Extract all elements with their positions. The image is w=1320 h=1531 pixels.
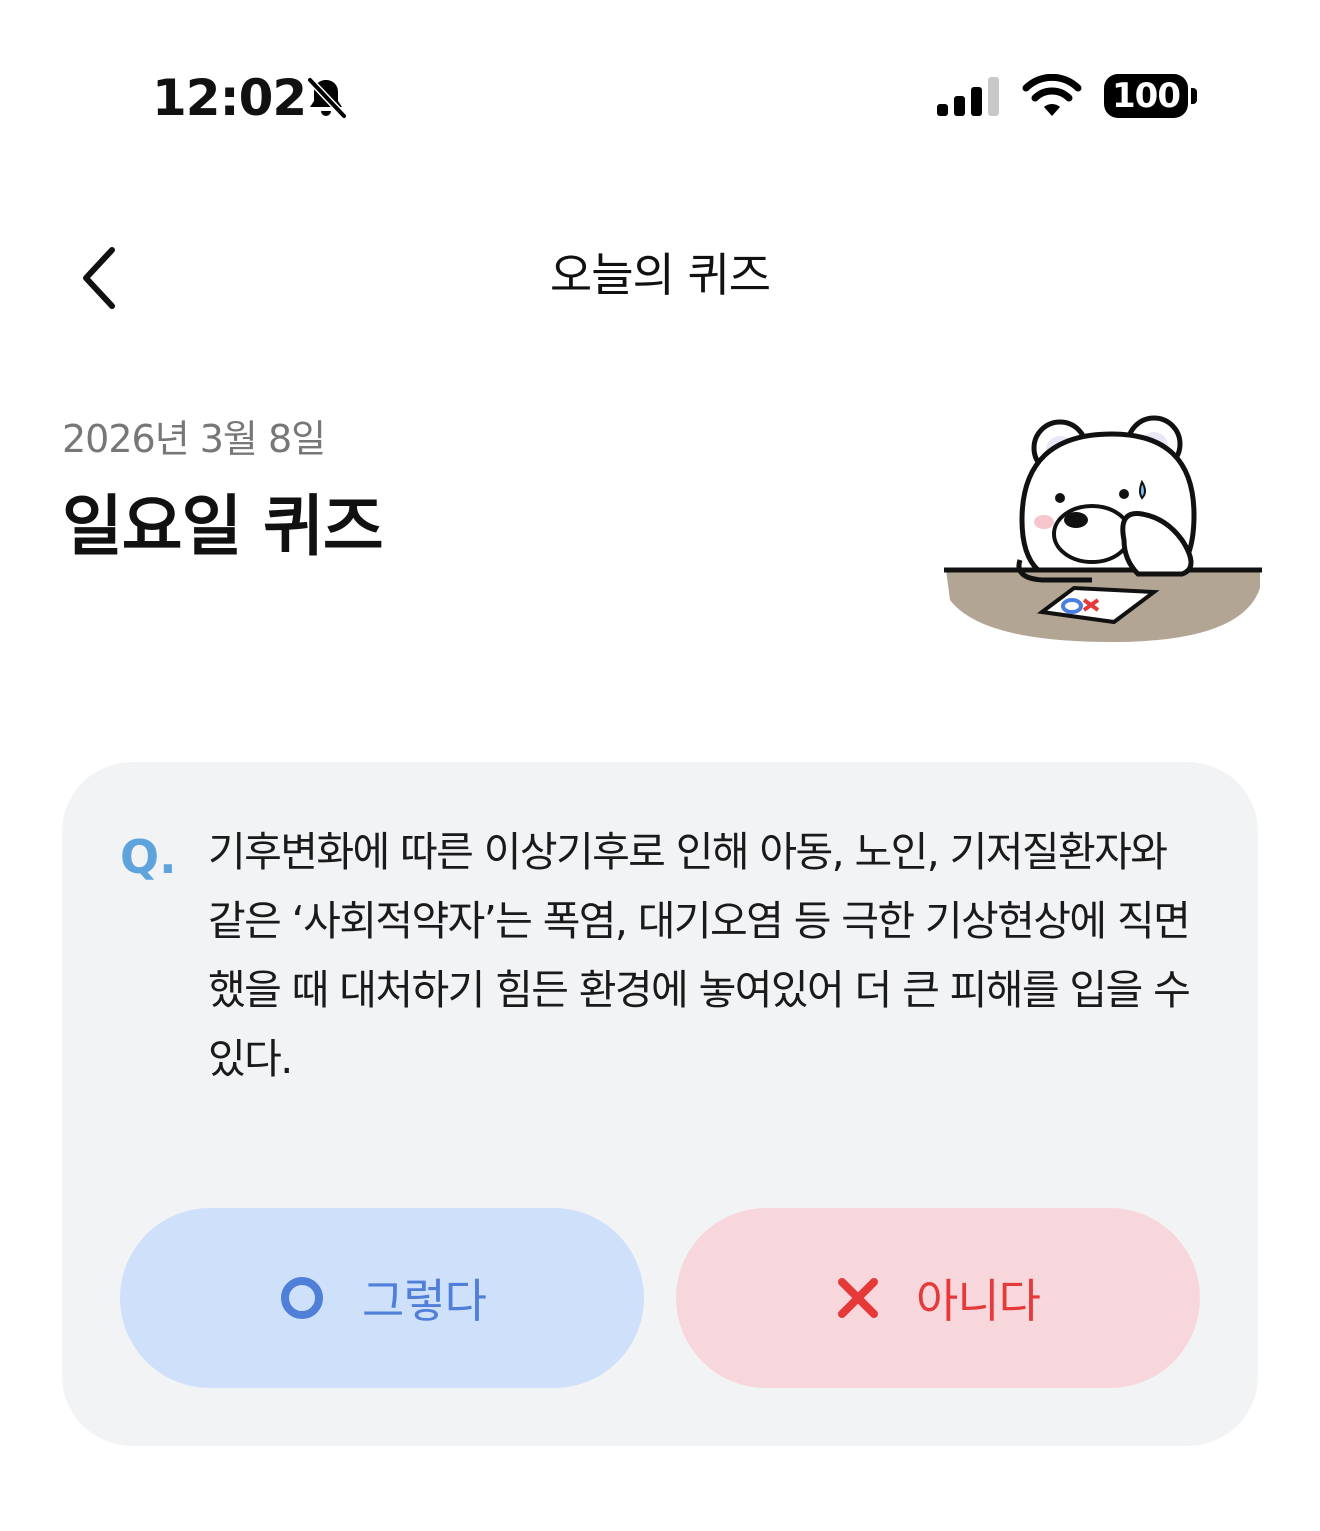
quiz-title: 일요일 퀴즈 <box>62 488 384 565</box>
no-label: 아니다 <box>916 1274 1041 1328</box>
bear-illustration <box>944 415 1262 642</box>
x-mark-icon <box>838 1278 879 1318</box>
wifi-icon <box>1022 74 1082 116</box>
battery-tip <box>1191 88 1197 104</box>
yes-label: 그렇다 <box>362 1274 487 1328</box>
question-text: 기후변화에 따른 이상기후로 인해 아동, 노인, 기저질환자와 같은 ‘사회적… <box>208 828 1191 1083</box>
bell-slash-icon <box>306 76 348 120</box>
quiz-date: 2026년 3월 8일 <box>62 417 326 461</box>
circle-o-icon <box>281 1277 324 1319</box>
status-time: 12:02 <box>152 69 307 127</box>
page-title: 오늘의 퀴즈 <box>549 248 771 302</box>
no-button[interactable]: 아니다 <box>676 1208 1200 1388</box>
status-bar: 12:02 100 <box>0 0 1320 160</box>
battery-level: 100 <box>1112 76 1181 116</box>
question-marker: Q. <box>120 830 177 884</box>
battery-icon: 100 <box>1104 74 1188 118</box>
yes-button[interactable]: 그렇다 <box>120 1208 644 1388</box>
signal-icon <box>937 77 999 116</box>
